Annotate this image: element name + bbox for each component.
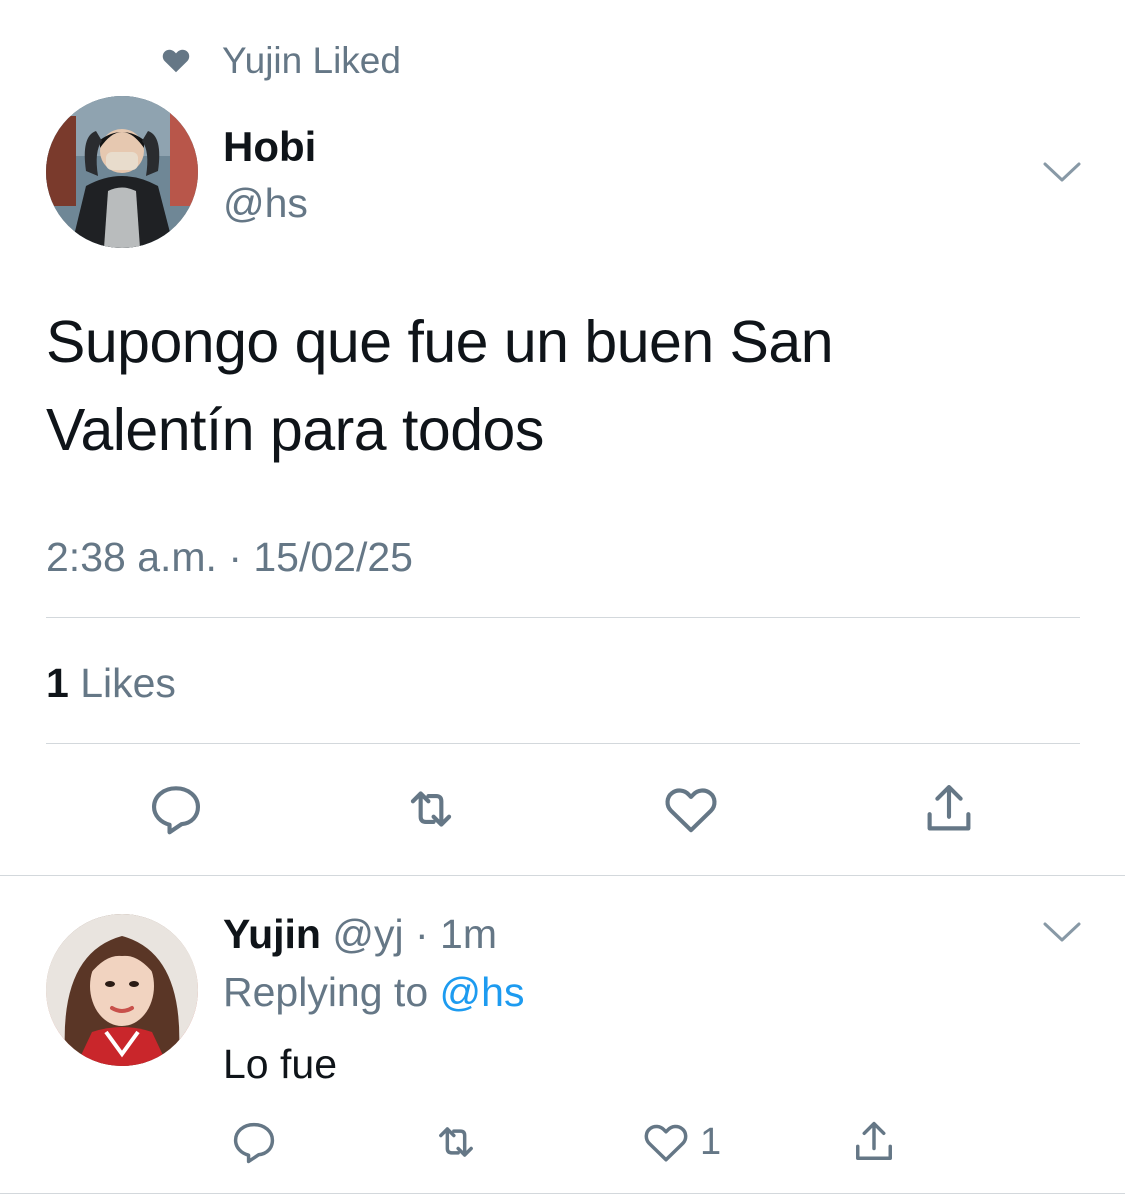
share-icon[interactable] [918,778,980,840]
reply-meta: @yj · 1m [332,911,497,957]
avatar[interactable] [46,914,198,1066]
avatar-image [46,96,198,248]
tweet-text: Supongo que fue un buen San Valentín par… [46,309,834,463]
social-context-text: Yujin Liked [222,40,401,81]
tweet-timestamp[interactable]: 2:38 a.m. · 15/02/25 [46,532,413,582]
likes-summary[interactable]: 1 Likes [46,658,176,708]
chevron-down-icon[interactable] [1042,920,1082,946]
reply-icon[interactable] [145,778,207,840]
like-icon[interactable] [640,1116,692,1168]
reply-header: Yujin @yj · 1m [223,908,497,960]
replying-to: Replying to @hs [223,966,524,1018]
share-icon[interactable] [848,1116,900,1168]
author-handle[interactable]: @hs [223,178,308,228]
reply-like-count: 1 [700,1121,722,1163]
replying-prefix: Replying to [223,969,429,1015]
avatar-image [46,914,198,1066]
chevron-down-icon[interactable] [1042,160,1082,186]
replying-handle-link[interactable]: @hs [440,969,525,1015]
divider [46,743,1080,744]
retweet-icon[interactable] [430,1116,482,1168]
divider [46,617,1080,618]
author-name[interactable]: Hobi [223,122,316,172]
heart-filled-icon [162,49,190,73]
like-icon[interactable] [660,778,722,840]
reply-icon[interactable] [228,1116,280,1168]
likes-label: Likes [80,660,176,706]
retweet-icon[interactable] [400,778,462,840]
likes-count: 1 [46,660,69,706]
reply-text: Lo fue [223,1041,337,1087]
divider [0,875,1125,876]
divider [0,1193,1125,1194]
reply-author-name[interactable]: Yujin [223,911,321,957]
avatar[interactable] [46,96,198,248]
